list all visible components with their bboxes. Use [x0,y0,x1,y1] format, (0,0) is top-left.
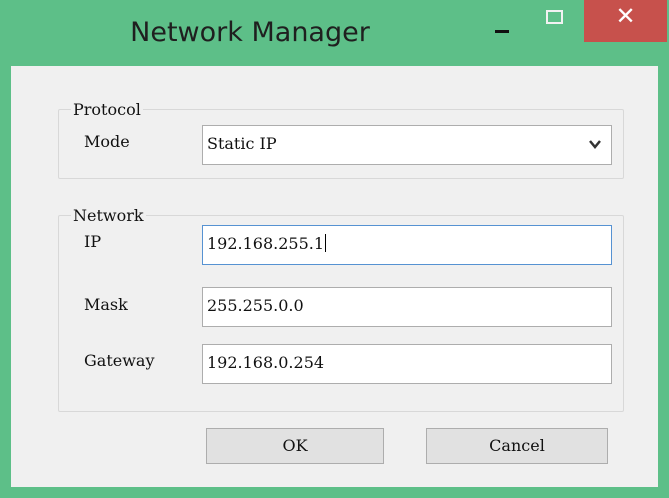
close-button[interactable]: ✕ [584,0,667,42]
ip-label: IP [84,232,102,251]
gateway-field[interactable]: 192.168.0.254 [202,344,612,384]
dialog-body: Protocol Mode Static IP Network IP 192.1… [11,66,658,487]
protocol-legend: Protocol [73,100,141,119]
mode-label: Mode [84,132,130,151]
mode-select[interactable]: Static IP [202,125,612,165]
gateway-label: Gateway [84,351,155,370]
network-legend: Network [73,206,144,225]
mask-label: Mask [84,295,128,314]
network-manager-window: Network Manager ✕ Protocol Mode Static I… [0,0,669,498]
chevron-down-icon [589,140,601,149]
maximize-icon [546,10,563,24]
maximize-button[interactable] [535,0,583,42]
ip-value: 192.168.255.1 [207,234,325,253]
mask-field[interactable]: 255.255.0.0 [202,287,612,327]
cancel-button[interactable]: Cancel [426,428,608,464]
ip-field[interactable]: 192.168.255.1 [202,225,612,265]
minimize-button[interactable] [478,0,526,42]
title-bar[interactable]: Network Manager ✕ [0,0,669,66]
close-icon: ✕ [615,2,636,30]
gateway-value: 192.168.0.254 [207,353,325,372]
window-title: Network Manager [130,17,370,48]
mode-selected-value: Static IP [207,134,277,153]
minimize-icon [495,30,509,33]
text-caret [325,234,327,252]
mask-value: 255.255.0.0 [207,296,304,315]
ok-button[interactable]: OK [206,428,384,464]
